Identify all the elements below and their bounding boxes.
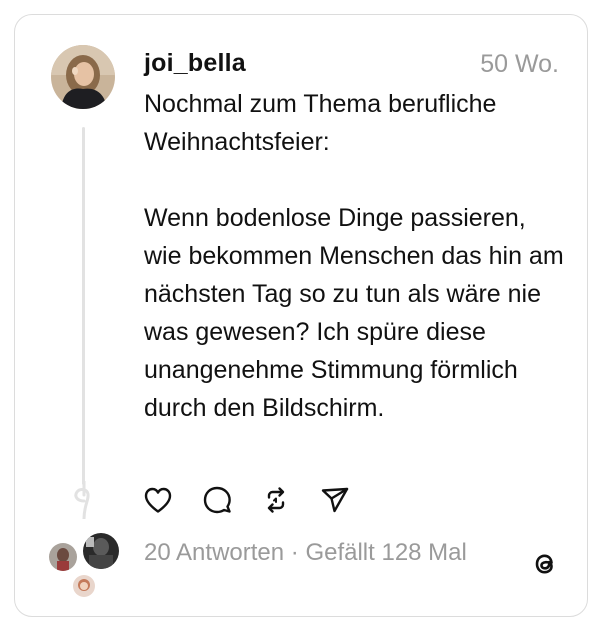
post-paragraph: Wenn bodenlose Dinge passieren, wie beko…	[144, 204, 564, 422]
replier-avatar[interactable]	[71, 573, 97, 599]
threads-logo-icon[interactable]	[529, 548, 561, 580]
action-bar	[141, 483, 377, 517]
threads-post-card: joi_bella 50 Wo. Nochmal zum Thema beruf…	[14, 14, 588, 617]
replier-avatar-image	[49, 543, 77, 571]
stats-separator: ·	[284, 539, 306, 566]
author-avatar[interactable]	[51, 45, 115, 109]
share-icon	[321, 487, 349, 513]
post-stats: 20 Antworten · Gefällt 128 Mal	[144, 539, 467, 567]
replies-count-link[interactable]: 20 Antworten	[144, 539, 284, 566]
replier-avatar-image	[83, 533, 119, 569]
heart-icon	[144, 487, 172, 513]
avatar-image	[51, 45, 115, 109]
post-body: Nochmal zum Thema berufliche Weihnachtsf…	[144, 85, 564, 427]
like-button[interactable]	[141, 483, 175, 517]
replier-avatar[interactable]	[47, 541, 79, 573]
comment-icon	[203, 486, 231, 514]
likes-count-link[interactable]: Gefällt 128 Mal	[305, 539, 466, 566]
repost-button[interactable]	[259, 483, 293, 517]
post-paragraph: Nochmal zum Thema berufliche Weihnachtsf…	[144, 90, 497, 156]
thread-loop-icon	[67, 479, 101, 521]
post-time[interactable]: 50 Wo.	[480, 50, 559, 79]
reply-button[interactable]	[200, 483, 234, 517]
share-button[interactable]	[318, 483, 352, 517]
author-username[interactable]: joi_bella	[144, 49, 246, 78]
replier-avatar[interactable]	[81, 531, 121, 571]
replier-avatar-image	[73, 575, 95, 597]
thread-line	[82, 127, 85, 485]
repost-icon	[267, 487, 285, 513]
